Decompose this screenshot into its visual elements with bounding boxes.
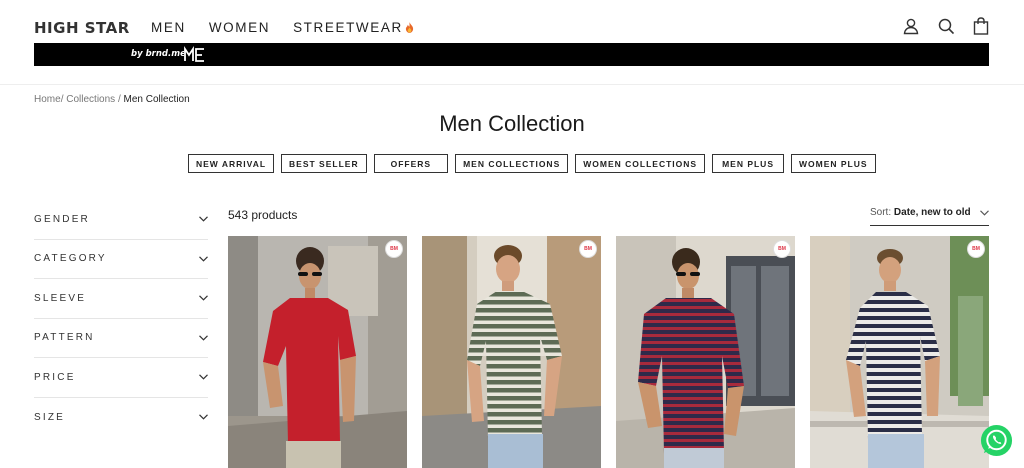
sort-value: Date, new to old <box>893 207 971 218</box>
nav-women-label: WOMEN <box>208 20 271 35</box>
nav-men[interactable]: MEN <box>151 20 186 35</box>
cart-icon[interactable] <box>973 17 989 35</box>
filter-pattern[interactable]: PATTERN <box>34 319 208 358</box>
main-nav: MEN WOMEN STREETWEAR <box>151 20 437 35</box>
product-card[interactable]: BM <box>422 236 601 468</box>
product-image[interactable] <box>422 236 601 468</box>
filter-sidebar: GENDER CATEGORY SLEEVE PATTERN PRICE SIZ… <box>34 200 208 437</box>
chevron-down-icon <box>199 414 208 420</box>
nav-streetwear-label: STREETWEAR <box>293 20 403 35</box>
breadcrumb-home[interactable]: Home <box>34 94 61 105</box>
header-icons <box>903 17 989 35</box>
whatsapp-icon[interactable] <box>979 423 1014 458</box>
filter-label: PRICE <box>34 371 76 383</box>
product-card[interactable]: BM <box>228 236 407 468</box>
filter-gender[interactable]: GENDER <box>34 200 208 240</box>
page-title: Men Collection <box>439 111 585 136</box>
brand-banner[interactable]: by brnd.me <box>34 43 989 66</box>
banner-text: by brnd.me <box>131 49 186 59</box>
pill-women-plus[interactable]: WOMEN PLUS <box>790 154 876 173</box>
chevron-down-icon <box>199 256 208 262</box>
pill-best-seller[interactable]: BEST SELLER <box>281 154 367 173</box>
filter-label: PATTERN <box>34 332 95 344</box>
brand-badge-icon: BM <box>967 240 985 258</box>
breadcrumb-collections[interactable]: Collections <box>66 94 115 105</box>
pill-women-collections[interactable]: WOMEN COLLECTIONS <box>575 154 706 173</box>
nav-streetwear[interactable]: STREETWEAR <box>293 20 414 35</box>
product-count: 543 products <box>228 208 298 222</box>
chevron-down-icon <box>199 374 208 380</box>
pill-men-plus[interactable]: MEN PLUS <box>712 154 784 173</box>
chevron-down-icon <box>980 210 989 216</box>
filter-label: CATEGORY <box>34 253 107 265</box>
brand-badge-icon: BM <box>773 240 791 258</box>
filter-category[interactable]: CATEGORY <box>34 240 208 279</box>
nav-men-label: MEN <box>151 20 186 35</box>
filter-size[interactable]: SIZE <box>34 398 208 438</box>
product-image[interactable] <box>810 236 989 468</box>
sort-select[interactable]: Sort: Date, new to old <box>870 207 989 226</box>
product-card[interactable]: BM <box>616 236 795 468</box>
filter-label: SIZE <box>34 411 66 423</box>
collection-pills: NEW ARRIVAL BEST SELLER OFFERS MEN COLLE… <box>188 154 876 173</box>
logo[interactable]: HIGH STAR <box>34 19 130 37</box>
product-card[interactable]: BM <box>810 236 989 468</box>
product-image[interactable] <box>616 236 795 468</box>
brand-badge-icon: BM <box>579 240 597 258</box>
pill-offers[interactable]: OFFERS <box>373 154 449 173</box>
chevron-down-icon <box>199 335 208 341</box>
breadcrumb-current: Men Collection <box>123 94 190 105</box>
fire-icon <box>405 22 413 33</box>
filter-price[interactable]: PRICE <box>34 358 208 398</box>
product-grid: BM BM BM BM <box>228 236 989 468</box>
filter-label: GENDER <box>34 213 90 225</box>
pill-men-collections[interactable]: MEN COLLECTIONS <box>455 154 569 173</box>
header-divider <box>0 84 1024 85</box>
chevron-down-icon <box>199 216 208 222</box>
breadcrumb: Home/ Collections / Men Collection <box>34 94 190 105</box>
user-icon[interactable] <box>903 17 919 35</box>
site-header: HIGH STAR MEN WOMEN STREETWEAR <box>34 14 989 42</box>
search-icon[interactable] <box>938 17 954 35</box>
brnd-me-logo <box>184 46 206 63</box>
product-image[interactable] <box>228 236 407 468</box>
sort-label: Sort: <box>870 207 892 218</box>
filter-sleeve[interactable]: SLEEVE <box>34 279 208 319</box>
pill-new-arrival[interactable]: NEW ARRIVAL <box>188 154 275 173</box>
filter-label: SLEEVE <box>34 292 87 304</box>
nav-women[interactable]: WOMEN <box>209 20 270 35</box>
chevron-down-icon <box>199 295 208 301</box>
brand-badge-icon: BM <box>385 240 403 258</box>
